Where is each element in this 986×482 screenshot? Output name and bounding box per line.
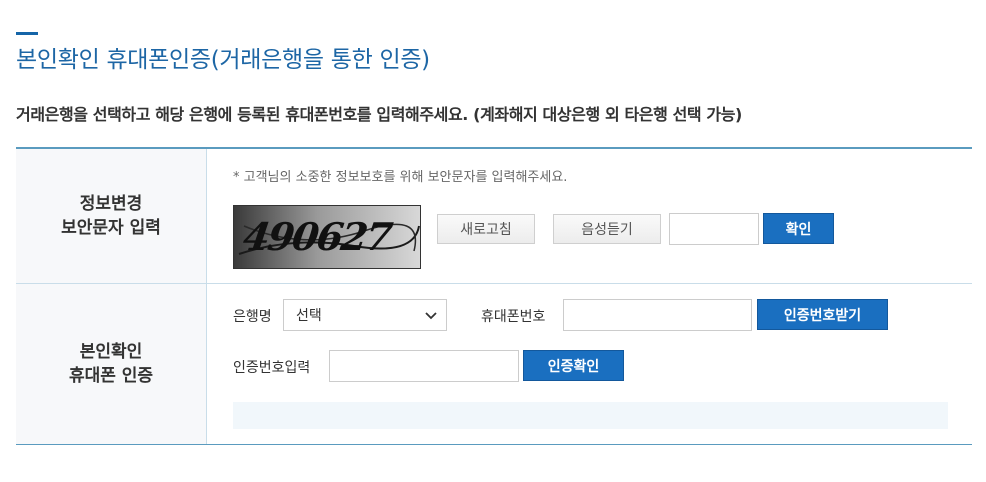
bank-label: 은행명 [233,309,272,325]
bank-select[interactable]: 선택 [283,299,447,331]
captcha-confirm-button[interactable]: 확인 [763,213,834,244]
phone-auth-row-body: 은행명 선택 휴대폰번호 인증번호받기 인증번호입력 인증확인 [207,284,972,444]
captcha-image: 490627 [233,205,421,269]
captcha-notice: * 고객님의 소중한 정보보호를 위해 보안문자를 입력해주세요. [233,170,568,185]
phone-input[interactable] [563,299,752,331]
captcha-row-body: * 고객님의 소중한 정보보호를 위해 보안문자를 입력해주세요. 490627… [207,149,972,283]
verification-form-table: 정보변경 보안문자 입력 * 고객님의 소중한 정보보호를 위해 보안문자를 입… [16,147,972,445]
captcha-input[interactable] [669,213,759,245]
page-title: 본인확인 휴대폰인증(거래은행을 통한 인증) [16,47,430,73]
page: 본인확인 휴대폰인증(거래은행을 통한 인증) 거래은행을 선택하고 해당 은행… [0,0,986,482]
captcha-refresh-button[interactable]: 새로고침 [437,214,535,244]
phone-auth-row-header: 본인확인 휴대폰 인증 [16,284,207,444]
captcha-audio-button[interactable]: 음성듣기 [553,214,661,244]
auth-info-box [233,402,948,429]
auth-header-line2: 휴대폰 인증 [68,366,154,386]
verify-code-button[interactable]: 인증확인 [523,350,624,381]
request-code-button[interactable]: 인증번호받기 [757,299,888,330]
title-accent-bar [16,32,38,35]
page-description: 거래은행을 선택하고 해당 은행에 등록된 휴대폰번호를 입력해주세요. (계좌… [16,105,742,124]
phone-label: 휴대폰번호 [481,309,546,325]
captcha-header-line1: 정보변경 [79,194,143,214]
captcha-row-header: 정보변경 보안문자 입력 [16,149,207,283]
captcha-text: 490627 [240,215,395,260]
bank-select-value: 선택 [296,308,322,324]
captcha-row: 정보변경 보안문자 입력 * 고객님의 소중한 정보보호를 위해 보안문자를 입… [16,149,972,284]
code-label: 인증번호입력 [233,360,311,376]
phone-auth-row: 본인확인 휴대폰 인증 은행명 선택 휴대폰번호 인증번호받기 인증번호입력 인… [16,284,972,444]
code-input[interactable] [329,350,519,382]
auth-header-line1: 본인확인 [79,342,143,362]
chevron-down-icon [425,312,437,320]
captcha-header-line2: 보안문자 입력 [61,218,161,238]
